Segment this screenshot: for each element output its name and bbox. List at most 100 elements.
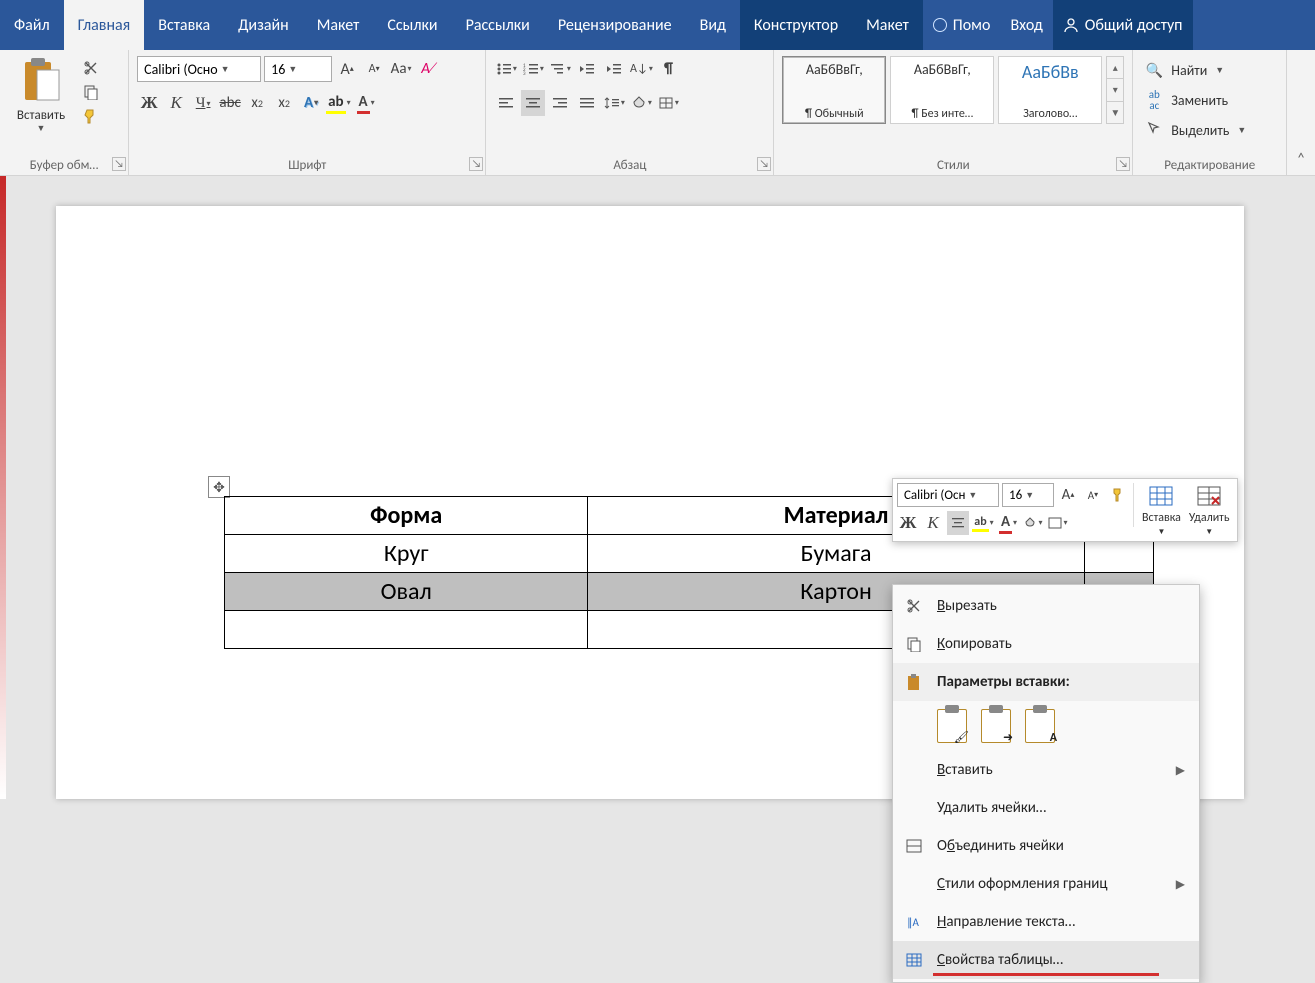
delete-table-icon [1196,483,1222,509]
justify-button[interactable] [575,90,599,116]
group-styles-label: Стили [782,154,1124,175]
styles-dialog-launcher[interactable]: ↘ [1116,157,1130,171]
table-move-handle[interactable]: ✥ [208,476,230,498]
styles-gallery[interactable]: АаБбВвГг, ¶ Обычный АаБбВвГг, ¶ Без инте… [782,56,1124,124]
font-color-button[interactable]: A [354,90,378,116]
mini-shrink-font[interactable]: A▾ [1082,483,1104,507]
font-size-combo[interactable]: 16▼ [264,56,332,82]
replace-label: Заменить [1171,92,1228,109]
mini-align-center[interactable] [947,511,969,535]
ctx-border-styles[interactable]: Стили оформления границ ▶ [893,865,1199,903]
numbering-button[interactable]: 123 [521,56,545,82]
superscript-button[interactable]: x2 [272,90,296,116]
paste-button[interactable]: Вставить ▼ [8,56,74,134]
mini-font-color[interactable]: A [997,511,1019,535]
ctx-merge-cells[interactable]: Объединить ячейки [893,827,1199,865]
cut-icon[interactable] [80,58,102,78]
tab-file[interactable]: Файл [0,0,64,50]
tab-design[interactable]: Дизайн [224,0,303,50]
left-edge-decoration [0,176,6,799]
signin-button[interactable]: Вход [1000,0,1052,50]
style-no-spacing[interactable]: АаБбВвГг, ¶ Без инте… [890,56,994,124]
mini-bold[interactable]: Ж [897,511,919,535]
format-painter-icon[interactable] [80,106,102,126]
tab-layout[interactable]: Макет [303,0,374,50]
mini-highlight[interactable]: ab [972,511,994,535]
mini-font-combo[interactable]: Calibri (Осн▼ [897,483,999,507]
line-spacing-button[interactable] [602,90,626,116]
paste-merge-formatting[interactable]: ➜ [981,709,1011,743]
mini-italic[interactable]: К [922,511,944,535]
underline-button[interactable]: Ч [191,90,215,116]
mini-insert-button[interactable]: Вставка▼ [1138,483,1185,537]
mini-toolbar: Calibri (Осн▼ 16▼ A▴ A▾ Ж К ab A [892,478,1238,542]
replace-button[interactable]: abac Заменить [1141,86,1278,114]
mini-shading[interactable] [1022,511,1044,535]
text-effects-button[interactable]: A [299,90,323,116]
style-heading1[interactable]: АаБбВв Заголово… [998,56,1102,124]
ctx-insert[interactable]: Вставить ▶ [893,751,1199,789]
italic-button[interactable]: К [164,90,188,116]
change-case-button[interactable]: Aa [389,56,413,82]
ctx-cut[interactable]: ВВырезатьырезать [893,587,1199,625]
select-label: Выделить [1171,122,1229,139]
decrease-indent-button[interactable] [575,56,599,82]
ctx-text-direction[interactable]: ∥A Направление текста… [893,903,1199,941]
paragraph-dialog-launcher[interactable]: ↘ [757,157,771,171]
share-button[interactable]: Общий доступ [1053,0,1193,50]
find-button[interactable]: 🔍 Найти ▼ [1141,56,1278,84]
clipboard-dialog-launcher[interactable]: ↘ [112,157,126,171]
tab-home[interactable]: Главная [64,0,145,50]
tab-review[interactable]: Рецензирование [544,0,686,50]
cursor-icon [1145,121,1163,139]
select-button[interactable]: Выделить ▼ [1141,116,1278,144]
tab-view[interactable]: Вид [686,0,740,50]
align-center-button[interactable] [521,90,545,116]
mini-borders[interactable] [1047,511,1069,535]
strikethrough-button[interactable]: abc [218,90,242,116]
tab-mailings[interactable]: Рассылки [452,0,544,50]
tab-table-design[interactable]: Конструктор [740,0,852,50]
ctx-paste-options-header: Параметры вставки: [893,663,1199,701]
collapse-ribbon-button[interactable]: ˄ [1287,50,1315,175]
clear-formatting-button[interactable]: A⁄ [416,56,440,82]
styles-gallery-scroll[interactable]: ▴▾▼ [1106,56,1124,124]
group-editing-label: Редактирование [1141,154,1278,175]
mini-size-combo[interactable]: 16▼ [1002,483,1054,507]
tab-insert[interactable]: Вставка [144,0,224,50]
align-left-button[interactable] [494,90,518,116]
highlight-button[interactable]: ab [326,90,350,116]
tab-table-layout[interactable]: Макет [852,0,923,50]
tellme[interactable]: Помо [923,0,1001,50]
shrink-font-button[interactable]: A▾ [362,56,386,82]
paste-label: Вставить [8,108,74,123]
show-marks-button[interactable]: ¶ [656,56,680,82]
grow-font-button[interactable]: A▴ [335,56,359,82]
style-normal[interactable]: АаБбВвГг, ¶ Обычный [782,56,886,124]
font-name-combo[interactable]: Calibri (Осно▼ [137,56,261,82]
increase-indent-button[interactable] [602,56,626,82]
borders-button[interactable] [656,90,680,116]
mini-delete-button[interactable]: Удалить▼ [1185,483,1234,537]
ctx-copy[interactable]: Копировать [893,625,1199,663]
font-size-value: 16 [271,61,285,78]
chevron-right-icon: ▶ [1176,763,1185,778]
multilevel-list-button[interactable] [548,56,572,82]
subscript-button[interactable]: x2 [245,90,269,116]
table-header[interactable]: Форма [225,497,588,535]
copy-icon[interactable] [80,82,102,102]
font-dialog-launcher[interactable]: ↘ [469,157,483,171]
sort-button[interactable]: A↓ [629,56,653,82]
shading-button[interactable] [629,90,653,116]
tab-references[interactable]: Ссылки [373,0,451,50]
paste-text-only[interactable]: A [1025,709,1055,743]
ctx-delete-cells[interactable]: Удалить ячейки… [893,789,1199,827]
bold-button[interactable]: Ж [137,90,161,116]
svg-text:∥A: ∥A [907,916,920,929]
align-right-button[interactable] [548,90,572,116]
insert-table-icon [1148,483,1174,509]
mini-format-painter[interactable] [1107,483,1129,507]
mini-grow-font[interactable]: A▴ [1057,483,1079,507]
paste-keep-formatting[interactable]: 🖌 [937,709,967,743]
bullets-button[interactable] [494,56,518,82]
